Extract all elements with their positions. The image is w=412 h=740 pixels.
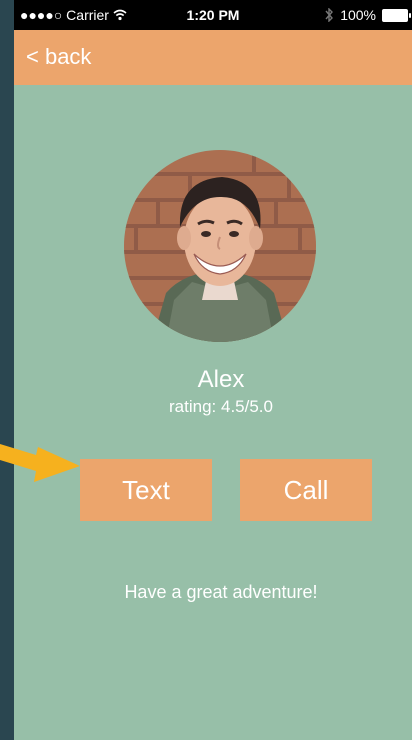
phone-screen: ●●●●○ Carrier 1:20 PM 100% < back Alex r… bbox=[14, 0, 412, 740]
bluetooth-icon bbox=[325, 8, 334, 22]
status-right: 100% bbox=[324, 7, 411, 23]
profile-photo bbox=[124, 150, 316, 342]
message-text: Have a great adventure! bbox=[124, 582, 318, 602]
battery-icon bbox=[382, 8, 411, 22]
left-edge-strip bbox=[0, 0, 14, 740]
battery-percent: 100% bbox=[340, 7, 376, 23]
annotation-arrow-icon bbox=[0, 444, 80, 482]
status-bar: ●●●●○ Carrier 1:20 PM 100% bbox=[14, 0, 412, 30]
text-button[interactable]: Text bbox=[80, 459, 212, 521]
call-button[interactable]: Call bbox=[240, 459, 372, 521]
profile-name: Alex bbox=[197, 366, 245, 393]
back-button[interactable]: < back bbox=[26, 44, 91, 70]
profile-rating: rating: 4.5/5.0 bbox=[169, 397, 273, 416]
navigation-bar: < back bbox=[14, 30, 412, 85]
